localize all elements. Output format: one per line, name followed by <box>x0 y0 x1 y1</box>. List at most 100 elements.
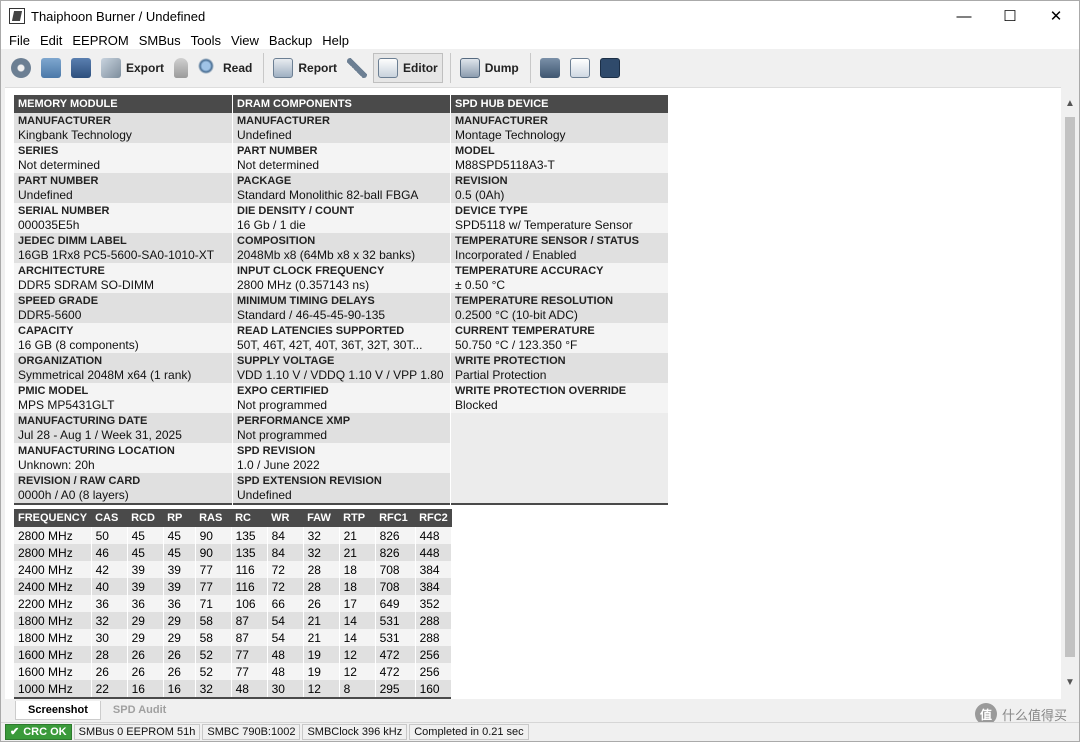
column-bottom-rule <box>233 503 450 505</box>
info-cell: JEDEC DIMM LABEL 16GB 1Rx8 PC5-5600-SA0-1… <box>14 233 232 263</box>
timing-cell: 28 <box>303 578 340 595</box>
info-label: CURRENT TEMPERATURE <box>455 325 595 337</box>
timing-cell: 54 <box>267 612 304 629</box>
info-value: VDD 1.10 V / VDDQ 1.10 V / VPP 1.80 V <box>237 368 446 382</box>
menu-help[interactable]: Help <box>317 33 354 48</box>
waveform-button[interactable] <box>596 53 624 83</box>
completed-status: Completed in 0.21 sec <box>409 724 529 740</box>
timing-cell: 8 <box>339 680 376 697</box>
chip-button[interactable] <box>536 53 564 83</box>
timing-cell: 384 <box>415 578 453 595</box>
tools-button[interactable] <box>343 53 371 83</box>
settings-button[interactable] <box>7 53 35 83</box>
close-button[interactable]: ✕ <box>1033 1 1079 31</box>
report-button[interactable]: Report <box>269 53 341 83</box>
scroll-thumb[interactable] <box>1065 117 1075 657</box>
export-icon <box>101 58 121 78</box>
timing-cell: 21 <box>339 544 376 561</box>
toolbar-separator <box>263 53 265 83</box>
info-value: 000035E5h <box>18 218 80 232</box>
vertical-scrollbar[interactable]: ▲ ▼ <box>1061 87 1079 699</box>
menu-bar: File Edit EEPROM SMBus Tools View Backup… <box>1 31 1079 49</box>
menu-tools[interactable]: Tools <box>186 33 226 48</box>
info-cell: WRITE PROTECTION Partial Protection <box>451 353 668 383</box>
timing-cell: 32 <box>91 612 128 629</box>
spd-hub-column: SPD HUB DEVICE MANUFACTURER Montage Techn… <box>450 95 668 505</box>
lock-button[interactable] <box>170 53 192 83</box>
export-button[interactable]: Export <box>97 53 168 83</box>
info-cell: COMPOSITION 2048Mb x8 (64Mb x8 x 32 banks… <box>233 233 450 263</box>
open-button[interactable] <box>37 53 65 83</box>
timing-cell: 36 <box>91 595 128 612</box>
timing-cell: 2200 MHz <box>14 595 92 612</box>
timing-cell: 472 <box>375 663 416 680</box>
info-label: CAPACITY <box>18 325 74 337</box>
tab-screenshot[interactable]: Screenshot <box>15 701 101 720</box>
menu-edit[interactable]: Edit <box>35 33 67 48</box>
read-button[interactable]: Read <box>194 53 256 83</box>
memory-module-column: MEMORY MODULE MANUFACTURER Kingbank Techn… <box>14 95 232 505</box>
info-cell: PART NUMBER Undefined <box>14 173 232 203</box>
minimize-button[interactable]: — <box>941 1 987 31</box>
info-cell: EXPO CERTIFIED Not programmed <box>233 383 450 413</box>
timing-cell: 46 <box>91 544 128 561</box>
editor-icon <box>378 58 399 78</box>
info-cell: MODEL M88SPD5118A3-T <box>451 143 668 173</box>
menu-smbus[interactable]: SMBus <box>134 33 186 48</box>
info-grid: MEMORY MODULE MANUFACTURER Kingbank Techn… <box>14 95 668 505</box>
info-cell: MANUFACTURER Montage Technology <box>451 113 668 143</box>
info-value: 50.750 °C / 123.350 °F <box>455 338 578 352</box>
editor-button[interactable]: Editor <box>373 53 443 83</box>
timing-cell: 39 <box>163 578 196 595</box>
timing-cell: 295 <box>375 680 416 697</box>
info-value: DDR5 SDRAM SO-DIMM <box>18 278 155 292</box>
report-label: Report <box>298 61 338 75</box>
app-window: Thaiphoon Burner / Undefined — ☐ ✕ File … <box>0 0 1080 742</box>
save-button[interactable] <box>67 53 95 83</box>
info-label: MINIMUM TIMING DELAYS <box>237 295 375 307</box>
timing-column-header: RFC2 <box>415 509 452 527</box>
menu-eeprom[interactable]: EEPROM <box>67 33 133 48</box>
info-label: WRITE PROTECTION <box>455 355 566 367</box>
info-label: ARCHITECTURE <box>18 265 105 277</box>
info-label: PMIC MODEL <box>18 385 89 397</box>
toolbar: Export Read Report Editor Dump <box>1 49 1079 87</box>
info-cell: SPD EXTENSION REVISION Undefined <box>233 473 450 503</box>
info-cell: MANUFACTURING LOCATION Unknown: 20h <box>14 443 232 473</box>
timing-cell: 352 <box>415 595 453 612</box>
menu-backup[interactable]: Backup <box>264 33 317 48</box>
smbc-status: SMBC 790B:1002 <box>202 724 301 740</box>
info-label: EXPO CERTIFIED <box>237 385 329 397</box>
dump-button[interactable]: Dump <box>456 53 523 83</box>
timing-cell: 30 <box>91 629 128 646</box>
info-value: 0.2500 °C (10-bit ADC) <box>455 308 578 322</box>
info-cell: TEMPERATURE SENSOR / STATUS Incorporated … <box>451 233 668 263</box>
waveform-icon <box>599 58 620 78</box>
timing-cell: 708 <box>375 578 416 595</box>
timing-column-header: RP <box>163 509 196 527</box>
menu-view[interactable]: View <box>226 33 264 48</box>
info-label: PACKAGE <box>237 175 292 187</box>
info-label: SPD EXTENSION REVISION <box>237 475 382 487</box>
menu-file[interactable]: File <box>4 33 35 48</box>
timing-cell: 29 <box>127 612 164 629</box>
maximize-button[interactable]: ☐ <box>987 1 1033 31</box>
info-cell: CAPACITY 16 GB (8 components) <box>14 323 232 353</box>
info-value: Jul 28 - Aug 1 / Week 31, 2025 <box>18 428 182 442</box>
timing-cell: 58 <box>195 629 232 646</box>
scroll-up-arrow-icon[interactable]: ▲ <box>1061 95 1079 112</box>
timing-cell: 48 <box>267 646 304 663</box>
timing-cell: 21 <box>303 612 340 629</box>
timing-bottom-rule <box>14 697 453 699</box>
timing-cell: 45 <box>127 527 164 544</box>
info-label: INPUT CLOCK FREQUENCY <box>237 265 385 277</box>
timing-cell: 48 <box>267 663 304 680</box>
info-cell: REVISION 0.5 (0Ah) <box>451 173 668 203</box>
info-value: 2048Mb x8 (64Mb x8 x 32 banks) <box>237 248 416 262</box>
scroll-down-arrow-icon[interactable]: ▼ <box>1061 674 1079 691</box>
info-cell: SERIAL NUMBER 000035E5h <box>14 203 232 233</box>
timing-cell: 1600 MHz <box>14 663 92 680</box>
info-value: Incorporated / Enabled <box>455 248 577 262</box>
tab-spd-audit[interactable]: SPD Audit <box>101 701 178 720</box>
document-button[interactable] <box>566 53 594 83</box>
